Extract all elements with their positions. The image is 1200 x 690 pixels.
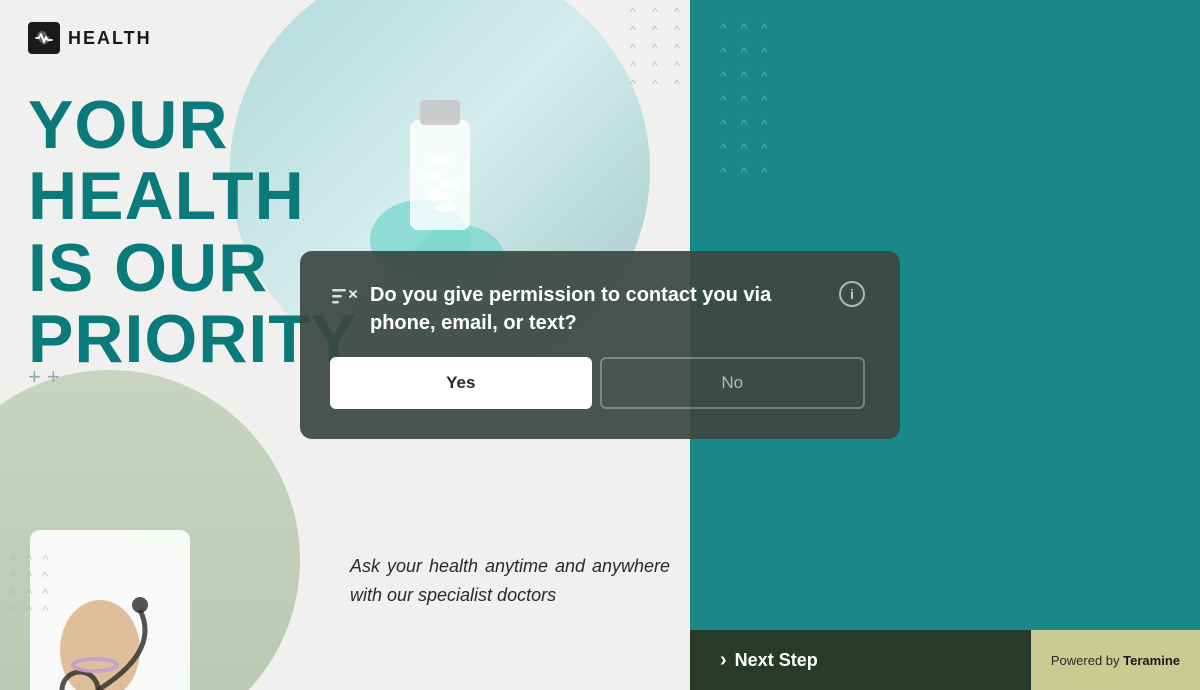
powered-by-prefix: Powered by xyxy=(1051,653,1120,668)
info-icon[interactable]: i xyxy=(839,281,865,307)
next-step-label: Next Step xyxy=(735,650,818,671)
modal-buttons: Yes No xyxy=(330,357,865,409)
powered-by-area: Powered by Teramine xyxy=(1031,630,1200,690)
modal-overlay: Do you give permission to contact you vi… xyxy=(0,0,1200,690)
yes-button[interactable]: Yes xyxy=(330,357,592,409)
bottom-bar: › Next Step Powered by Teramine xyxy=(690,630,1200,690)
modal-header: Do you give permission to contact you vi… xyxy=(330,281,865,337)
no-button[interactable]: No xyxy=(600,357,866,409)
filter-list-icon xyxy=(330,283,358,311)
next-step-button[interactable]: › Next Step xyxy=(690,630,1031,690)
next-step-arrow: › xyxy=(720,649,727,672)
modal-question-text: Do you give permission to contact you vi… xyxy=(370,281,827,337)
permission-modal: Do you give permission to contact you vi… xyxy=(300,251,900,439)
powered-by-brand: Teramine xyxy=(1123,653,1180,668)
